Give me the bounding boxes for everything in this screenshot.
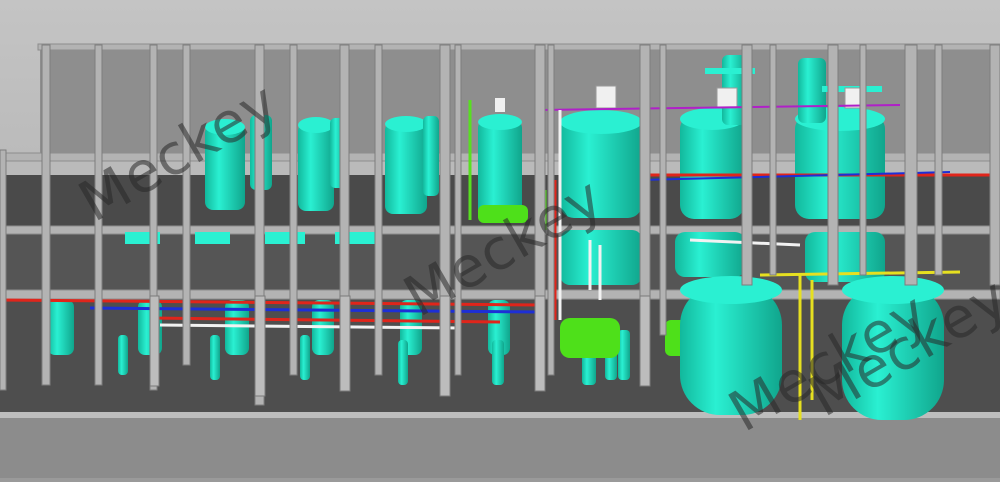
plant-scene: Meckey Meckey Meckey Meckey [0,0,1000,478]
ground-edge [0,415,1000,478]
